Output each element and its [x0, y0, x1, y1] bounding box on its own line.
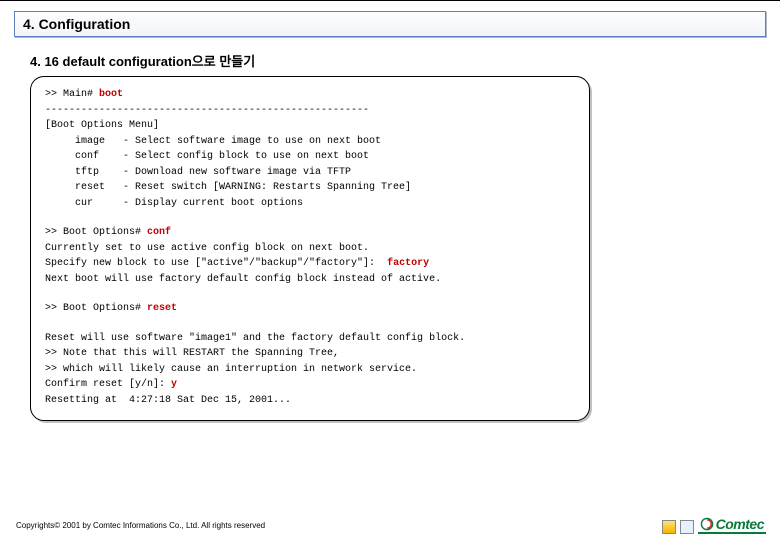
menu-item-tftp: tftp - Download new software image via T… — [45, 165, 575, 181]
comtec-logo: Comtec — [698, 516, 766, 534]
section-title: 4. Configuration — [14, 11, 766, 37]
menu-item-cur: cur - Display current boot options — [45, 196, 575, 212]
prompt-bootopts-2: >> Boot Options# reset — [45, 301, 575, 317]
separator: ----------------------------------------… — [45, 103, 575, 119]
menu-item-conf: conf - Select config block to use on nex… — [45, 149, 575, 165]
cmd-factory: factory — [387, 258, 429, 269]
out-currently-set: Currently set to use active config block… — [45, 241, 575, 257]
menu-item-reset: reset - Reset switch [WARNING: Restarts … — [45, 180, 575, 196]
cmd-y: y — [171, 379, 177, 390]
cert-badge-icon — [680, 520, 694, 534]
cert-badge-icon — [662, 520, 676, 534]
logo-area: Comtec — [662, 516, 766, 534]
out-note-2: >> which will likely cause an interrupti… — [45, 362, 575, 378]
prompt-bootopts-1: >> Boot Options# conf — [45, 225, 575, 241]
prompt-text: Confirm reset [y/n]: — [45, 379, 171, 390]
swirl-icon — [700, 517, 714, 531]
page: 4. Configuration 4. 16 default configura… — [0, 0, 780, 540]
prompt-text: >> Main# — [45, 89, 99, 100]
cmd-conf: conf — [147, 227, 171, 238]
cmd-reset: reset — [147, 303, 177, 314]
out-specify-block: Specify new block to use ["active"/"back… — [45, 256, 575, 272]
out-confirm: Confirm reset [y/n]: y — [45, 377, 575, 393]
menu-item-image: image - Select software image to use on … — [45, 134, 575, 150]
out-next-boot: Next boot will use factory default confi… — [45, 272, 575, 288]
menu-title: [Boot Options Menu] — [45, 118, 575, 134]
logo-text: Comtec — [716, 516, 764, 532]
out-note-1: >> Note that this will RESTART the Spann… — [45, 346, 575, 362]
copyright-footer: Copyrights© 2001 by Comtec Informations … — [16, 521, 265, 530]
terminal-output: >> Main# boot --------------------------… — [30, 76, 590, 421]
cmd-boot: boot — [99, 89, 123, 100]
prompt-main: >> Main# boot — [45, 87, 575, 103]
out-reset-will-use: Reset will use software "image1" and the… — [45, 331, 575, 347]
prompt-text: >> Boot Options# — [45, 227, 147, 238]
prompt-text: >> Boot Options# — [45, 303, 147, 314]
out-resetting: Resetting at 4:27:18 Sat Dec 15, 2001... — [45, 393, 575, 409]
prompt-text: Specify new block to use ["active"/"back… — [45, 258, 387, 269]
subheading: 4. 16 default configuration으로 만들기 — [30, 51, 780, 70]
